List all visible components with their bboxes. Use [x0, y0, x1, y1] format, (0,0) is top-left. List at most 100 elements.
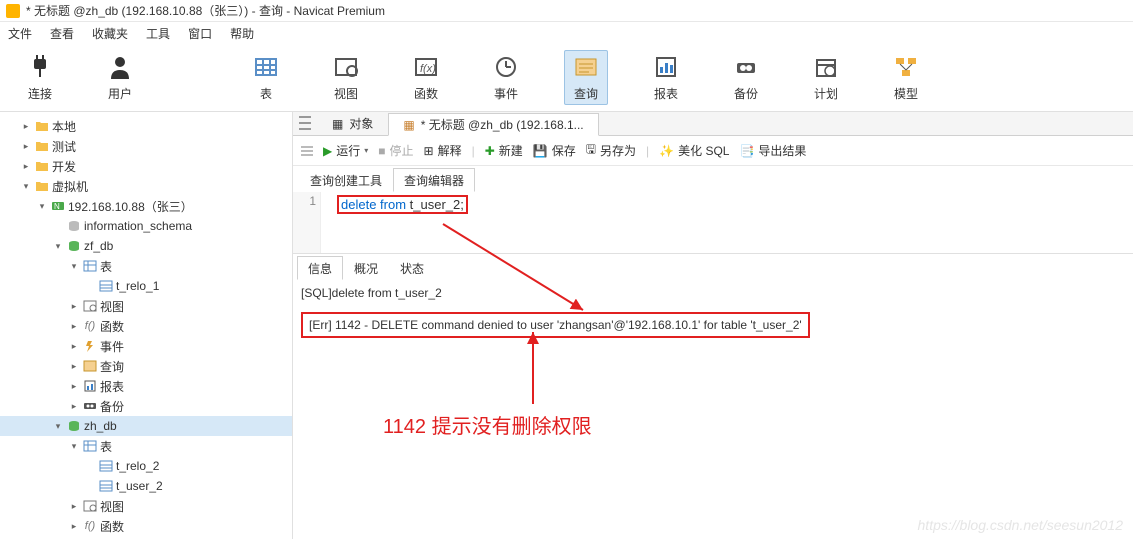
expand-icon[interactable]: ▸: [68, 341, 80, 352]
expand-icon[interactable]: ▾: [20, 181, 32, 192]
tree-item[interactable]: ▸视图: [0, 296, 292, 316]
tree-item[interactable]: ▸事件: [0, 336, 292, 356]
toolbar-backup-button[interactable]: 备份: [724, 53, 768, 102]
report-icon: [652, 53, 680, 81]
menu-window[interactable]: 窗口: [188, 25, 212, 42]
tree-item[interactable]: ▸f()函数: [0, 316, 292, 336]
tree-item[interactable]: ▸开发: [0, 156, 292, 176]
expand-icon[interactable]: ▾: [52, 421, 64, 432]
view-icon: [82, 299, 98, 313]
tree-item[interactable]: ▸视图: [0, 496, 292, 516]
tree-item[interactable]: ▸f()函数: [0, 516, 292, 536]
toolbar-view-button[interactable]: 视图: [324, 53, 368, 102]
object-icon: ▦: [332, 117, 343, 131]
save-button[interactable]: 💾保存: [533, 142, 576, 159]
db-off-icon: [66, 219, 82, 233]
expand-icon[interactable]: ▾: [36, 201, 48, 212]
user-icon: [106, 53, 134, 81]
expand-icon[interactable]: ▾: [68, 261, 80, 272]
menu-tools[interactable]: 工具: [146, 25, 170, 42]
tree-item[interactable]: ▾zh_db: [0, 416, 292, 436]
tree-item[interactable]: ▾虚拟机: [0, 176, 292, 196]
tree-item[interactable]: ▸报表: [0, 376, 292, 396]
expand-icon[interactable]: ▸: [68, 301, 80, 312]
toolbar-report-button[interactable]: 报表: [644, 53, 688, 102]
tab-info[interactable]: 信息: [297, 256, 343, 280]
tab-status[interactable]: 状态: [389, 256, 435, 280]
stop-button[interactable]: ■停止: [378, 142, 413, 159]
tree-item[interactable]: ▾表: [0, 256, 292, 276]
expand-icon[interactable]: ▸: [68, 321, 80, 332]
tree-item[interactable]: ▾N192.168.10.88（张三）: [0, 196, 292, 216]
tab-query[interactable]: ▦ * 无标题 @zh_db (192.168.1...: [388, 113, 598, 136]
expand-icon[interactable]: ▸: [68, 361, 80, 372]
menu-view[interactable]: 查看: [50, 25, 74, 42]
expand-icon[interactable]: ▸: [20, 161, 32, 172]
main-panel: ▦ 对象 ▦ * 无标题 @zh_db (192.168.1... ▶运行▾ ■…: [293, 112, 1133, 539]
save-icon: 💾: [533, 144, 548, 158]
menu-favorites[interactable]: 收藏夹: [92, 25, 128, 42]
folder-icon: [34, 159, 50, 173]
toolbar-query-button[interactable]: 查询: [564, 50, 608, 105]
tree-item[interactable]: ▸本地: [0, 116, 292, 136]
toolbar-event-button[interactable]: 事件: [484, 53, 528, 102]
connection-tree[interactable]: ▸本地▸测试▸开发▾虚拟机▾N192.168.10.88（张三）informat…: [0, 112, 293, 539]
tab-query-editor[interactable]: 查询编辑器: [393, 168, 475, 192]
toolbar-schedule-button[interactable]: 计划: [804, 53, 848, 102]
tree-item[interactable]: t_user_2: [0, 476, 292, 496]
toolbar-table-button[interactable]: 表: [244, 53, 288, 102]
sql-editor[interactable]: 1 delete from t_user_2;: [293, 192, 1133, 254]
expand-icon[interactable]: ▸: [68, 501, 80, 512]
tree-item[interactable]: information_schema: [0, 216, 292, 236]
toolbar-plug-button[interactable]: 连接: [18, 53, 62, 102]
saveas-button[interactable]: 🖫另存为: [586, 140, 636, 161]
table-icon: [98, 459, 114, 473]
menu-help[interactable]: 帮助: [230, 25, 254, 42]
run-button[interactable]: ▶运行▾: [323, 142, 368, 159]
tree-item[interactable]: t_relo_1: [0, 276, 292, 296]
titlebar: * 无标题 @zh_db (192.168.10.88（张三）) - 查询 - …: [0, 0, 1133, 22]
expand-icon[interactable]: ▸: [20, 141, 32, 152]
query-icon: [82, 359, 98, 373]
query-icon: ▦: [403, 118, 414, 132]
tab-label: * 无标题 @zh_db (192.168.1...: [421, 116, 584, 133]
explain-icon: ⊞: [424, 144, 434, 158]
expand-icon[interactable]: ▾: [52, 241, 64, 252]
export-button[interactable]: 📑导出结果: [739, 142, 806, 159]
db-icon: [66, 419, 82, 433]
backup-icon: [82, 399, 98, 413]
beautify-button[interactable]: ✨美化 SQL: [659, 142, 729, 159]
expand-icon[interactable]: ▸: [68, 401, 80, 412]
toolbar-user-button[interactable]: 用户: [98, 53, 142, 102]
expand-icon[interactable]: ▸: [20, 121, 32, 132]
wand-icon: ✨: [659, 144, 674, 158]
tree-item[interactable]: ▾表: [0, 436, 292, 456]
expand-icon[interactable]: ▸: [68, 521, 80, 532]
tab-objects[interactable]: ▦ 对象: [317, 112, 388, 135]
window-title: * 无标题 @zh_db (192.168.10.88（张三）) - 查询 - …: [26, 2, 385, 19]
tree-item[interactable]: ▸查询: [0, 356, 292, 376]
toolbar-fx-button[interactable]: f(x)函数: [404, 53, 448, 102]
tree-item[interactable]: ▾zf_db: [0, 236, 292, 256]
main-toolbar: 连接用户 表视图 f(x)函数事件查询报表备份计划模型: [0, 44, 1133, 112]
model-icon: [892, 53, 920, 81]
error-message-box: [Err] 1142 - DELETE command denied to us…: [301, 312, 810, 338]
fx-icon: f(): [82, 319, 98, 333]
tab-profile[interactable]: 概况: [343, 256, 389, 280]
fx-icon: f(x): [412, 53, 440, 81]
menu-file[interactable]: 文件: [8, 25, 32, 42]
tree-item[interactable]: t_relo_2: [0, 456, 292, 476]
query-icon: [572, 53, 600, 81]
new-button[interactable]: ✚新建: [485, 142, 523, 159]
tree-item[interactable]: ▸测试: [0, 136, 292, 156]
schedule-icon: [812, 53, 840, 81]
expand-icon[interactable]: ▾: [68, 441, 80, 452]
explain-button[interactable]: ⊞解释: [424, 142, 462, 159]
document-tabs: ▦ 对象 ▦ * 无标题 @zh_db (192.168.1...: [293, 112, 1133, 136]
tab-query-builder[interactable]: 查询创建工具: [299, 168, 393, 192]
expand-icon[interactable]: ▸: [68, 381, 80, 392]
tree-item[interactable]: ▸备份: [0, 396, 292, 416]
view-icon: [82, 499, 98, 513]
result-sql-echo: [SQL]delete from t_user_2: [301, 286, 1125, 300]
toolbar-model-button[interactable]: 模型: [884, 53, 928, 102]
